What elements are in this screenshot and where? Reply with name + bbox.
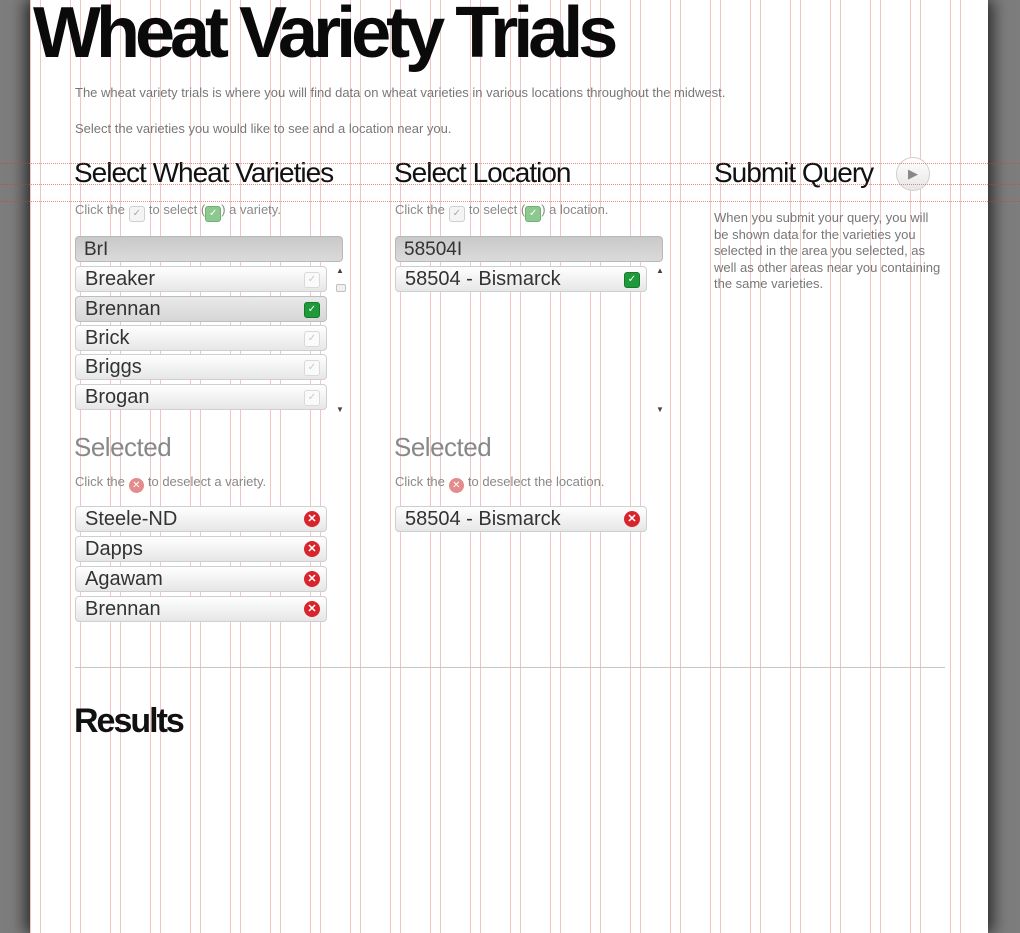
checked-icon: ✓ [205, 206, 222, 222]
varieties-heading: Select Wheat Varieties [74, 157, 334, 188]
hint-text: Click the [75, 202, 125, 217]
location-deselect-hint: Click the ✕ to deselect the location. [395, 474, 604, 493]
checkbox-icon[interactable]: ✓ [304, 360, 320, 376]
selected-variety-label: Agawam [85, 568, 163, 590]
checked-icon[interactable]: ✓ [624, 272, 640, 288]
scroll-up-icon[interactable]: ▲ [655, 266, 665, 275]
location-option[interactable]: 58504 - Bismarck ✓ [395, 266, 647, 292]
text-cursor-icon: I [456, 239, 463, 260]
location-options-list[interactable]: 58504 - Bismarck ✓ ▲ ▼ [395, 266, 665, 414]
results-heading: Results [74, 702, 185, 740]
hint-text: Click the [75, 474, 125, 489]
selected-variety: Dapps ✕ [75, 536, 327, 562]
page-title: Wheat Variety Trials [33, 0, 618, 73]
checkbox-icon[interactable]: ✓ [304, 390, 320, 406]
hint-text: to select ( [148, 202, 206, 217]
hint-text: Click the [395, 202, 445, 217]
checked-icon: ✓ [525, 206, 542, 222]
variety-option[interactable]: Breaker ✓ [75, 266, 327, 292]
scroll-up-icon[interactable]: ▲ [335, 266, 345, 275]
scroll-down-icon[interactable]: ▼ [655, 405, 665, 414]
checkbox-icon: ✓ [128, 206, 145, 222]
selected-variety-label: Dapps [85, 538, 143, 560]
remove-icon[interactable]: ✕ [304, 601, 320, 617]
intro-text: The wheat variety trials is where you wi… [75, 85, 726, 100]
remove-icon: ✕ [128, 478, 144, 493]
variety-option-label: Brick [85, 327, 130, 349]
varieties-deselect-hint: Click the ✕ to deselect a variety. [75, 474, 266, 493]
submit-query-button[interactable]: ▶ [896, 157, 930, 191]
hint-text: ) a variety. [221, 202, 281, 217]
grid-overlay [30, 0, 988, 933]
location-selected-heading: Selected [394, 432, 492, 462]
remove-icon[interactable]: ✕ [304, 571, 320, 587]
location-scrollbar[interactable]: ▲ ▼ [655, 266, 665, 414]
selected-variety: Agawam ✕ [75, 566, 327, 592]
play-arrow-icon: ▶ [908, 166, 918, 181]
variety-option-label: Breaker [85, 268, 156, 290]
variety-scrollbar[interactable]: ▲ ▼ [335, 266, 346, 414]
selected-variety-label: Steele-ND [85, 508, 178, 530]
variety-search-input[interactable]: BrI [75, 236, 343, 262]
location-search-input[interactable]: 58504I [395, 236, 663, 262]
selected-variety-label: Brennan [85, 598, 161, 620]
selected-variety: Brennan ✕ [75, 596, 327, 622]
variety-option[interactable]: Briggs ✓ [75, 354, 327, 380]
page: Wheat Variety Trials The wheat variety t… [30, 0, 988, 933]
location-heading: Select Location [394, 157, 571, 188]
variety-option-label: Brogan [85, 386, 150, 408]
selected-location-label: 58504 - Bismarck [405, 508, 561, 530]
checked-icon[interactable]: ✓ [304, 302, 320, 318]
submit-description: When you submit your query, you will be … [714, 210, 941, 291]
remove-icon: ✕ [448, 478, 464, 493]
selected-variety: Steele-ND ✕ [75, 506, 327, 532]
varieties-selected-heading: Selected [74, 432, 172, 462]
remove-icon[interactable]: ✕ [304, 511, 320, 527]
hint-text: to deselect a variety. [147, 474, 267, 489]
hint-text: Click the [395, 474, 445, 489]
location-hint: Click the ✓ to select (✓) a location. [395, 202, 608, 222]
variety-option[interactable]: Brennan ✓ [75, 296, 327, 322]
hint-text: to deselect the location. [467, 474, 605, 489]
divider [75, 667, 945, 668]
intro-instructions: Select the varieties you would like to s… [75, 121, 452, 136]
scroll-thumb[interactable] [336, 284, 346, 292]
location-option-label: 58504 - Bismarck [405, 268, 561, 290]
variety-option[interactable]: Brick ✓ [75, 325, 327, 351]
variety-search-value: Br [84, 239, 103, 260]
location-search-value: 58504 [404, 239, 457, 260]
checkbox-icon: ✓ [448, 206, 465, 222]
submit-heading: Submit Query [714, 157, 874, 188]
checkbox-icon[interactable]: ✓ [304, 331, 320, 347]
variety-option-label: Brennan [85, 298, 161, 320]
scroll-down-icon[interactable]: ▼ [335, 405, 345, 414]
variety-option[interactable]: Brogan ✓ [75, 384, 327, 410]
hint-text: ) a location. [541, 202, 609, 217]
text-cursor-icon: I [103, 239, 109, 260]
variety-option-label: Briggs [85, 356, 142, 378]
checkbox-icon[interactable]: ✓ [304, 272, 320, 288]
selected-location: 58504 - Bismarck ✕ [395, 506, 647, 532]
hint-text: to select ( [468, 202, 526, 217]
remove-icon[interactable]: ✕ [624, 511, 640, 527]
variety-options-list[interactable]: Breaker ✓ Brennan ✓ Brick ✓ Briggs ✓ Brogan ✓… [75, 266, 346, 414]
varieties-hint: Click the ✓ to select (✓) a variety. [75, 202, 281, 222]
remove-icon[interactable]: ✕ [304, 541, 320, 557]
